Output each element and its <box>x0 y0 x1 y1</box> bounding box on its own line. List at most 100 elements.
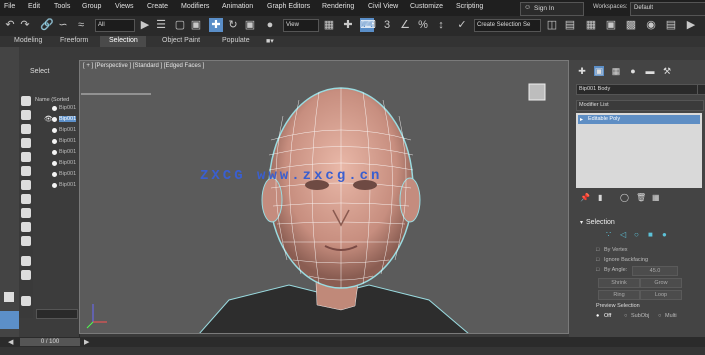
border-mode-icon[interactable]: ○ <box>634 230 639 239</box>
select-by-name-icon[interactable]: ☰ <box>154 18 168 32</box>
menu-edit[interactable]: Edit <box>28 3 40 10</box>
display-tab-icon[interactable]: ▬ <box>645 66 655 76</box>
preview-multi-radio[interactable]: ○ <box>658 313 661 319</box>
modify-tab-icon[interactable]: ▣ <box>594 66 604 76</box>
ribbon-toggle-icon[interactable]: ▣ <box>604 18 618 32</box>
keyboard-shortcut-override-icon[interactable]: ⌨ <box>360 18 376 32</box>
tab-selection[interactable]: Selection <box>109 37 138 44</box>
rollout-collapse-icon[interactable]: ▾ <box>580 219 583 226</box>
loop-button[interactable]: Loop <box>640 290 682 300</box>
display-bones-icon[interactable] <box>21 256 31 266</box>
undo-icon[interactable]: ↶ <box>3 18 17 32</box>
spinner-snap-icon[interactable]: ↕ <box>434 18 448 32</box>
menu-graph-editors[interactable]: Graph Editors <box>267 3 310 10</box>
menu-create[interactable]: Create <box>147 3 168 10</box>
explorer-active-tab[interactable] <box>0 311 19 329</box>
menu-group[interactable]: Group <box>82 3 101 10</box>
render-icon[interactable]: ▶ <box>684 18 698 32</box>
menu-civil-view[interactable]: Civil View <box>368 3 398 10</box>
edit-named-selection-icon[interactable]: ✓ <box>455 18 469 32</box>
make-unique-icon[interactable]: ◯ <box>620 193 629 202</box>
preview-subobj-radio[interactable]: ○ <box>624 313 627 319</box>
ring-button[interactable]: Ring <box>598 290 640 300</box>
object-visibility-icon[interactable] <box>52 172 57 177</box>
curve-editor-icon[interactable]: ▩ <box>624 18 638 32</box>
menu-scripting[interactable]: Scripting <box>456 3 483 10</box>
link-icon[interactable]: 🔗 <box>40 18 54 32</box>
display-xrefs-icon[interactable] <box>21 236 31 246</box>
angle-snap-icon[interactable]: ∠ <box>398 18 412 32</box>
ribbon-options-icon[interactable]: ■▾ <box>266 37 274 45</box>
time-prev-icon[interactable]: ◀ <box>8 338 13 346</box>
explorer-row[interactable]: Bip001 <box>59 160 76 166</box>
preview-off-radio[interactable]: ● <box>596 313 599 319</box>
display-groups-icon[interactable] <box>21 222 31 232</box>
object-visibility-icon[interactable] <box>52 139 57 144</box>
sign-in-dropdown[interactable]: ☺ Sign In <box>520 2 584 16</box>
material-editor-icon[interactable]: ◉ <box>644 18 658 32</box>
time-slider[interactable]: 0 / 100 <box>20 338 80 346</box>
bind-space-warp-icon[interactable]: ≈ <box>74 18 88 32</box>
by-vertex-checkbox[interactable]: □ <box>596 247 599 253</box>
by-angle-checkbox[interactable]: □ <box>596 267 599 273</box>
ignore-backfacing-checkbox[interactable]: □ <box>596 257 599 263</box>
edge-mode-icon[interactable]: ◁ <box>620 230 626 239</box>
select-rotate-icon[interactable]: ↻ <box>226 18 240 32</box>
modifier-list-dropdown[interactable]: Modifier List <box>576 100 704 111</box>
configure-modifier-sets-icon[interactable]: ▦ <box>652 193 660 202</box>
utilities-tab-icon[interactable]: ⚒ <box>662 66 672 76</box>
object-visibility-icon[interactable] <box>52 183 57 188</box>
hierarchy-tab-icon[interactable]: ▦ <box>611 66 621 76</box>
time-next-icon[interactable]: ▶ <box>84 338 89 346</box>
select-place-icon[interactable]: ● <box>263 18 277 32</box>
display-helpers-icon[interactable] <box>21 194 31 204</box>
select-object-icon[interactable]: ▶ <box>138 18 152 32</box>
element-mode-icon[interactable]: ● <box>662 230 667 239</box>
explorer-row[interactable]: Bip001 <box>59 171 76 177</box>
grow-button[interactable]: Grow <box>640 278 682 288</box>
percent-snap-icon[interactable]: % <box>416 18 430 32</box>
mirror-icon[interactable]: ◫ <box>545 18 559 32</box>
redo-icon[interactable]: ↷ <box>18 18 32 32</box>
shrink-button[interactable]: Shrink <box>598 278 640 288</box>
object-visibility-icon[interactable] <box>52 106 57 111</box>
explorer-scrollbar[interactable] <box>36 309 78 319</box>
create-tab-icon[interactable]: ✚ <box>577 66 587 76</box>
unlink-icon[interactable]: ∽ <box>56 18 70 32</box>
object-name-field[interactable]: Bip001 Body <box>576 84 698 95</box>
stack-item-editable-poly[interactable]: Editable Poly <box>578 115 700 124</box>
select-scale-icon[interactable]: ▣ <box>243 18 257 32</box>
object-color-swatch[interactable] <box>697 84 705 95</box>
track-bar[interactable] <box>0 347 705 355</box>
display-all-icon[interactable] <box>21 110 31 120</box>
display-geometry-icon[interactable] <box>21 138 31 148</box>
remove-modifier-icon[interactable]: 🗑 <box>636 193 646 202</box>
tab-object-paint[interactable]: Object Paint <box>162 37 200 44</box>
polygon-mode-icon[interactable]: ■ <box>648 230 653 239</box>
explorer-row[interactable]: Bip001 <box>59 138 76 144</box>
tab-populate[interactable]: Populate <box>222 37 250 44</box>
layer-explorer-icon[interactable]: ▦ <box>584 18 598 32</box>
object-visibility-icon[interactable] <box>52 161 57 166</box>
selection-filter-dropdown[interactable]: All <box>95 19 135 32</box>
explorer-row[interactable]: Bip001 <box>59 182 76 188</box>
named-selection-dropdown[interactable]: Create Selection Se <box>474 19 541 32</box>
menu-file[interactable]: File <box>4 3 15 10</box>
explorer-row[interactable]: Bip001 <box>59 105 76 111</box>
snaps-toggle-icon[interactable]: 3 <box>380 18 394 32</box>
explorer-toggle-icon[interactable] <box>4 292 14 302</box>
pivot-center-icon[interactable]: ▦ <box>322 18 336 32</box>
menu-views[interactable]: Views <box>115 3 134 10</box>
align-icon[interactable]: ▤ <box>563 18 577 32</box>
object-visibility-icon[interactable] <box>52 117 57 122</box>
viewport-label[interactable]: [ + ] [Perspective ] [Standard ] [Edged … <box>83 63 204 69</box>
rectangular-selection-icon[interactable]: ▢ <box>173 18 187 32</box>
display-none-icon[interactable] <box>21 96 31 106</box>
show-end-result-icon[interactable]: ▮ <box>598 193 602 202</box>
display-spacewarps-icon[interactable] <box>21 208 31 218</box>
render-setup-icon[interactable]: ▤ <box>664 18 678 32</box>
object-visibility-icon[interactable] <box>52 128 57 133</box>
menu-modifiers[interactable]: Modifiers <box>181 3 209 10</box>
explorer-row-selected[interactable]: Bip001 <box>59 116 77 122</box>
menu-animation[interactable]: Animation <box>222 3 253 10</box>
